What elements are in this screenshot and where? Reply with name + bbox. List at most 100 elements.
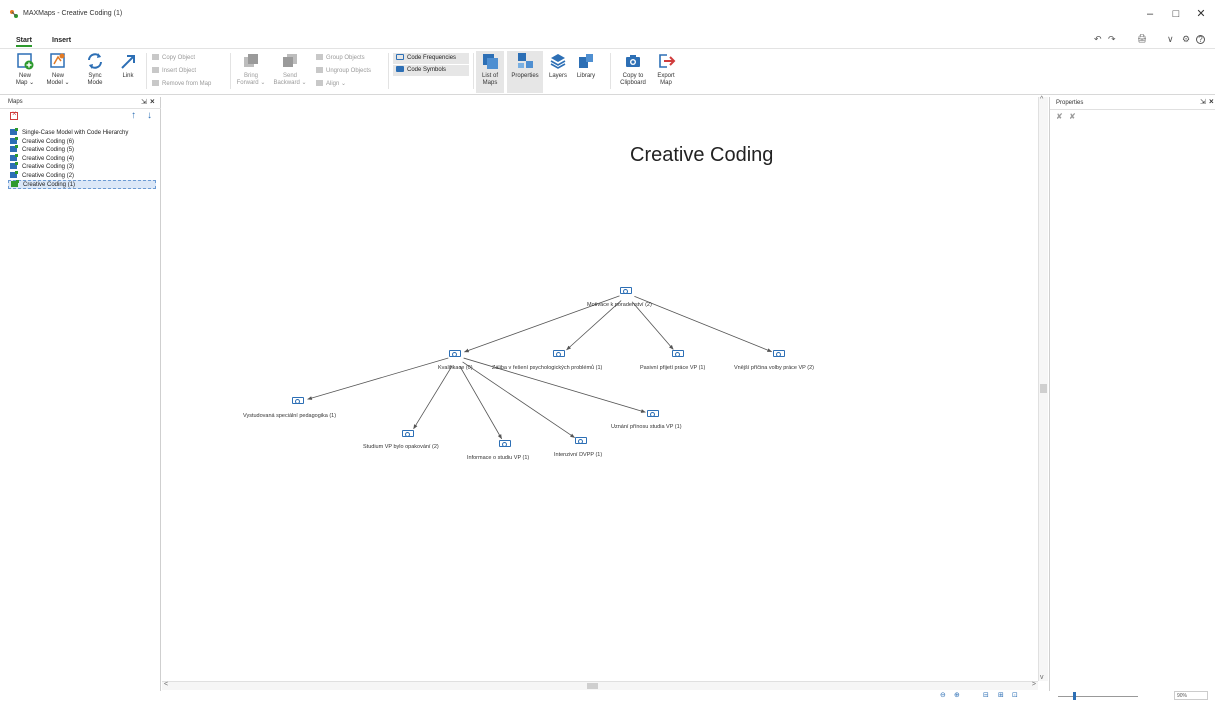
pin-icon[interactable]: ⇲ [141,98,147,106]
zoom-slider-thumb[interactable] [1073,692,1076,700]
code-node-label: Záliba v řešení psychologických problémů… [492,365,603,371]
code-display-toggles: Code Frequencies Code Symbols [393,53,469,77]
link-motivace-pasivni[interactable] [631,301,674,350]
tab-start[interactable]: Start [16,37,32,47]
close-panel-icon[interactable]: × [1209,97,1214,106]
list-of-maps-button[interactable]: List of Maps [476,51,504,93]
library-label: Library [576,73,596,79]
code-icon [449,350,461,357]
scroll-right-icon[interactable]: > [1032,681,1036,688]
code-node-label: Uznání přínosu studia VP (1) [611,424,682,430]
horizontal-scrollbar[interactable]: < > [162,681,1038,690]
vertical-scrollbar[interactable]: ^ v [1038,96,1048,681]
export-map-label-2: Map [660,80,672,86]
remove-from-map-button[interactable]: Remove from Map [152,80,211,89]
map-icon [10,162,18,169]
maps-panel-header: Maps ⇲ × [0,97,161,109]
code-node-label: Vystudovaná speciální pedagogika (1) [243,413,337,419]
pin-icon[interactable]: ⇲ [1200,98,1206,106]
delete-map-icon[interactable] [10,109,18,120]
format-painter-icon[interactable]: ✘ [1069,112,1076,121]
title-bar: MAXMaps - Creative Coding (1) – □ ✕ [0,0,1215,28]
undo-icon[interactable]: ↶ [1094,34,1102,45]
horizontal-scroll-thumb[interactable] [587,683,598,689]
code-icon [647,410,659,417]
maximize-button[interactable]: □ [1169,7,1183,21]
new-map-icon [17,53,34,70]
ungroup-objects-label: Ungroup Objects [326,68,372,74]
scroll-down-icon[interactable]: v [1040,674,1044,681]
new-model-label-1: New [51,73,64,79]
code-symbols-icon [396,66,404,72]
redo-icon[interactable]: ↷ [1108,34,1116,45]
fit-page-icon[interactable]: ⊟ [983,691,989,699]
properties-button[interactable]: Properties [507,51,543,93]
link-kvalifikace-studium[interactable] [413,365,453,430]
bring-forward-button[interactable]: Bring Forward ⌄ [236,51,266,93]
map-icon [10,128,18,135]
collapse-ribbon-icon[interactable]: ∨ [1167,34,1174,45]
move-down-icon[interactable]: ↓ [147,110,152,121]
copy-object-button[interactable]: Copy Object [152,54,195,63]
map-list-item[interactable]: Creative Coding (5) [10,145,74,155]
new-model-button[interactable]: New Model ⌄ [45,51,71,93]
map-list-item[interactable]: Creative Coding (3) [10,162,75,172]
properties-icon [518,53,533,68]
code-node-label: Vnější příčina volby práce VP (2) [734,365,814,371]
new-map-button[interactable]: New Map ⌄ [12,51,38,93]
tab-insert[interactable]: Insert [52,37,71,44]
code-icon [672,350,684,357]
map-canvas[interactable]: Creative Coding Motivace k poradenství (… [162,97,1038,691]
map-list-item-selected[interactable]: Creative Coding (1) [8,180,156,189]
help-icon[interactable]: ? [1196,35,1205,44]
print-icon[interactable]: 🖨 [1137,34,1147,43]
ungroup-objects-button[interactable]: Ungroup Objects [316,67,371,76]
close-button[interactable]: ✕ [1194,7,1208,21]
link-kvalifikace-informace[interactable] [459,366,502,440]
library-button[interactable]: Library [573,51,599,93]
link-button[interactable]: Link [117,51,139,93]
code-symbols-label: Code Symbols [407,67,447,73]
view-mode-icon[interactable]: ⊡ [1012,691,1018,699]
code-icon [773,350,785,357]
vertical-scroll-thumb[interactable] [1040,384,1047,393]
zoom-level-select[interactable]: 90% [1174,691,1208,700]
zoom-out-icon[interactable]: ⊖ [940,691,946,699]
map-list-item[interactable]: Single-Case Model with Code Hierarchy [10,128,128,138]
code-icon [620,287,632,294]
export-map-label-1: Export [657,73,675,79]
settings-icon[interactable]: ⚙ [1182,34,1190,45]
layers-button[interactable]: Layers [546,51,570,93]
export-map-button[interactable]: Export Map [653,51,679,93]
ribbon-separator [610,53,611,89]
maps-panel-title: Maps [8,99,23,105]
scroll-left-icon[interactable]: < [164,681,168,688]
map-item-label: Creative Coding (3) [22,164,75,170]
close-panel-icon[interactable]: × [150,97,155,106]
align-button[interactable]: Align ⌄ [316,80,346,89]
code-symbols-toggle[interactable]: Code Symbols [393,65,469,76]
map-icon [10,171,18,178]
code-frequencies-label: Code Frequencies [407,55,457,61]
format-painter-icon[interactable]: ✘ [1056,112,1063,121]
sync-mode-button[interactable]: Sync Mode [82,51,108,93]
insert-object-button[interactable]: Insert Object [152,67,196,76]
send-backward-button[interactable]: Send Backward ⌄ [273,51,307,93]
insert-object-label: Insert Object [162,68,197,74]
sync-mode-label-1: Sync [88,73,102,79]
code-node-label: Pasivní přijetí práce VP (1) [640,365,706,371]
minimize-button[interactable]: – [1143,7,1157,21]
zoom-in-icon[interactable]: ⊕ [954,691,960,699]
ribbon-separator [473,53,474,89]
export-icon [659,54,676,68]
link-motivace-vnejsi[interactable] [634,295,773,353]
zoom-slider-track[interactable] [1058,696,1138,697]
view-mode-icon[interactable]: ⊞ [998,691,1004,699]
scroll-up-icon[interactable]: ^ [1040,96,1043,103]
copy-to-clipboard-button[interactable]: Copy to Clipboard [618,51,648,93]
move-up-icon[interactable]: ↑ [131,110,136,121]
group-objects-button[interactable]: Group Objects [316,54,365,63]
code-node-label: Studium VP bylo opakování (2) [363,444,439,450]
code-frequencies-toggle[interactable]: Code Frequencies [393,53,469,64]
link-kvalifikace-vystudovana[interactable] [307,357,449,400]
